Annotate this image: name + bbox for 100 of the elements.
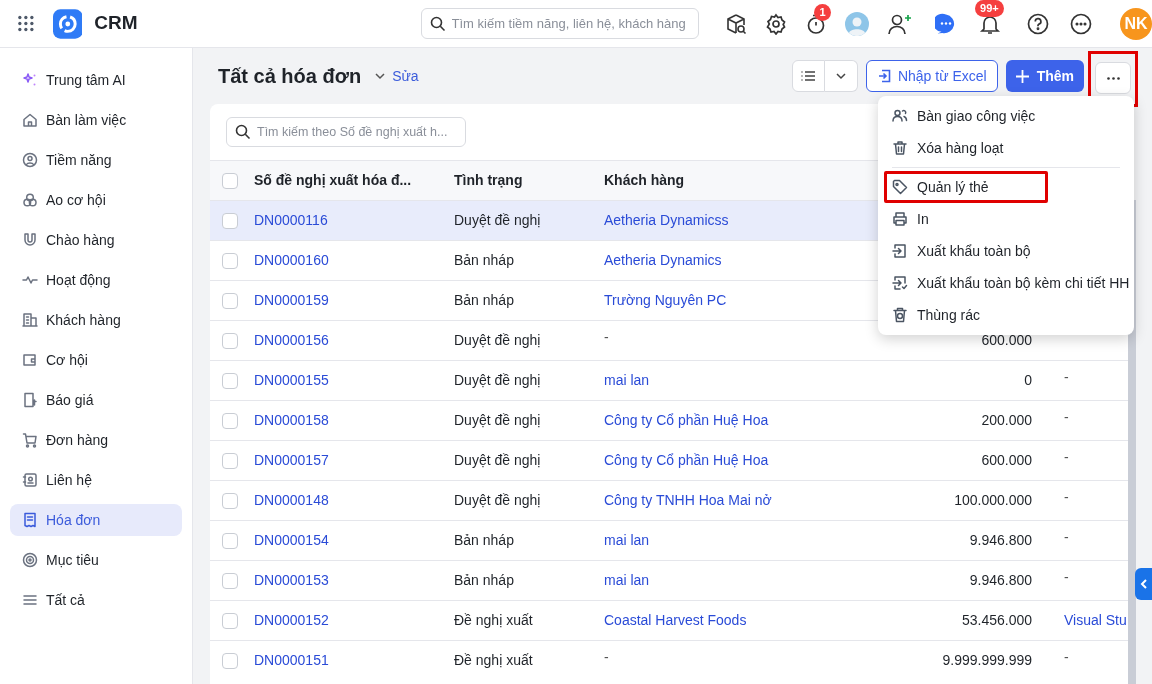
sidebar-item[interactable]: Chào hàng [10,224,182,256]
menu-item[interactable]: Xuất khẩu toàn bộ kèm chi tiết HH [884,267,1128,299]
sidebar-item[interactable]: Bàn làm việc [10,104,182,136]
invoice-link[interactable]: DN0000152 [254,610,329,631]
checkbox[interactable] [222,212,238,229]
customer-link[interactable]: mai lan [604,370,650,391]
table-cell-text: Duyệt đề nghị [454,371,541,390]
menu-item[interactable]: Bàn giao công việc [884,100,1128,132]
settings-icon[interactable] [765,12,787,35]
invoice-link[interactable]: DN0000116 [254,210,328,231]
menu-item[interactable]: Quản lý thẻ [884,171,1048,203]
table-cell-text: Bản nháp [454,291,514,310]
search-field[interactable]: Tìm kiếm tiềm năng, liên hệ, khách hàng [420,8,699,39]
table-cell-text: Bản nháp [454,531,514,550]
sidebar-item[interactable]: Khách hàng [10,304,182,336]
checkbox[interactable] [222,252,238,269]
target-icon [22,552,38,568]
customer-link[interactable]: Trường Nguyên PC [604,290,727,311]
more-icon[interactable] [1070,12,1092,35]
customer-link[interactable]: Công ty Cổ phần Huệ Hoa [604,410,769,431]
checkbox[interactable] [222,412,238,429]
column-header[interactable]: Khách hàng [604,170,685,191]
customer-link[interactable]: mai lan [604,570,650,591]
sidebar-item[interactable]: Báo giá [10,384,182,416]
invoice-link[interactable]: DN0000156 [254,330,329,351]
list-view-button[interactable] [791,60,825,92]
menu-item[interactable]: Xóa hàng loạt [884,132,1128,164]
invoice-link[interactable]: DN0000158 [254,410,329,431]
table-cell-text: Duyệt đề nghị [454,331,541,350]
table-cell-text: Đề nghị xuất [454,611,533,630]
menu-item[interactable]: In [884,203,1128,235]
table-cell-text: - [1064,368,1069,387]
customer-link[interactable]: mai lan [604,530,650,551]
receipt-icon [22,512,38,528]
table-cell-text: 9.946.800 [969,531,1032,550]
invoice-link[interactable]: DN0000159 [254,290,329,311]
checkbox[interactable] [222,652,238,669]
checkbox[interactable] [222,532,238,549]
table-cell-text: 53.456.000 [961,611,1032,630]
sidebar-item[interactable]: Ao cơ hội [10,184,182,216]
add-button[interactable]: Thêm [1005,60,1084,92]
table-link[interactable]: Visual Stu [1064,610,1127,631]
sidebar-item[interactable]: Mục tiêu [10,544,182,576]
column-header[interactable]: Tình trạng [454,170,523,191]
customer-link[interactable]: Coastal Harvest Foods [604,610,747,631]
invoice-link[interactable]: DN0000160 [254,250,329,271]
edit-link[interactable]: Sửa [392,65,419,87]
invoice-link[interactable]: DN0000154 [254,530,329,551]
checkbox[interactable] [222,452,238,469]
table-search-field[interactable]: Tìm kiếm theo Số đề nghị xuất h... [226,117,466,147]
checkbox[interactable] [222,172,238,189]
checkbox[interactable] [222,492,238,509]
invoice-link[interactable]: DN0000151 [254,650,329,671]
sidebar-item[interactable]: Hóa đơn [10,504,182,536]
customer-link[interactable]: Công ty Cổ phần Huệ Hoa [604,450,769,471]
checkbox[interactable] [222,612,238,629]
sidebar-item[interactable]: Trung tâm AI [10,64,182,96]
invoice-link[interactable]: DN0000155 [254,370,329,391]
sidebar-item[interactable]: Cơ hội [10,344,182,376]
more-icon [1106,76,1120,80]
building-icon [22,312,38,328]
checkbox[interactable] [222,292,238,309]
trash-icon [892,140,908,156]
list-icon [801,70,816,82]
sidebar-item[interactable]: Tiềm năng [10,144,182,176]
avatar[interactable] [845,11,869,36]
export-icon [892,243,908,259]
sidebar-item[interactable]: Liên hệ [10,464,182,496]
customer-link[interactable]: Aetheria Dynamics [604,250,722,271]
menu-item[interactable]: Thùng rác [884,299,1128,331]
column-header[interactable]: Số đề nghị xuất hóa đ... [254,170,412,191]
collapse-tab[interactable] [1135,568,1152,600]
table-cell-text: Duyệt đề nghị [454,451,541,470]
cart-icon [22,432,38,448]
invoice-link[interactable]: DN0000153 [254,570,329,591]
chat-icon[interactable] [935,12,957,35]
invoice-link[interactable]: DN0000148 [254,490,329,511]
table-cell-text: - [1064,568,1069,587]
table-cell-text: Duyệt đề nghị [454,211,541,230]
customer-link[interactable]: Công ty TNHH Hoa Mai nở [604,490,772,511]
sidebar-item[interactable]: Tất cả [10,584,182,616]
customer-link[interactable]: Aetheria Dynamicss [604,210,729,231]
cube-search-icon[interactable] [725,12,747,35]
checkbox[interactable] [222,572,238,589]
import-button[interactable]: Nhập từ Excel [865,60,998,92]
sidebar-item[interactable]: Hoạt động [10,264,182,296]
printer-icon [892,211,908,227]
logo-icon [52,7,83,40]
app-grid-icon[interactable] [18,15,34,32]
chevron-left-icon [1139,579,1148,589]
sparkle-icon [22,72,38,88]
circles-icon [22,192,38,208]
invoice-link[interactable]: DN0000157 [254,450,329,471]
sidebar-item[interactable]: Đơn hàng [10,424,182,456]
checkbox[interactable] [222,372,238,389]
more-button[interactable] [1095,62,1131,94]
trash-bin-icon [892,307,908,323]
chevron-down-icon[interactable] [374,70,387,82]
checkbox[interactable] [222,332,238,349]
help-icon[interactable] [1027,12,1049,35]
